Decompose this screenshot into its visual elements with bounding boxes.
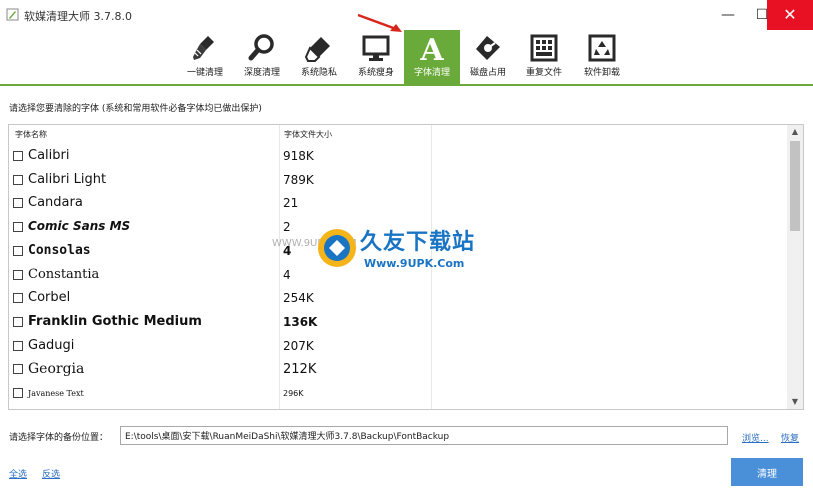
font-size: 789K (283, 173, 314, 187)
column-header-name[interactable]: 字体名称 (15, 129, 47, 140)
font-name: Calibri (28, 148, 70, 163)
column-header-size[interactable]: 字体文件大小 (284, 129, 332, 140)
font-name: Comic Sans MS (28, 219, 131, 233)
tool-label: 重复文件 (525, 68, 562, 78)
tool-label: 一键清理 (186, 68, 223, 78)
recycle-icon (588, 34, 616, 62)
font-name: Constantia (28, 267, 100, 282)
checkbox[interactable] (13, 222, 23, 232)
checkbox[interactable] (13, 246, 23, 256)
checkbox[interactable] (13, 341, 23, 351)
scroll-thumb[interactable] (790, 141, 800, 231)
tool-label: 字体清理 (413, 68, 450, 78)
watermark-url: Www.9UPK.Com (364, 257, 465, 270)
tool-deep-clean[interactable]: 深度清理 (235, 30, 289, 84)
font-name: Georgia (28, 361, 85, 377)
list-item[interactable]: Franklin Gothic Medium 136K (9, 312, 789, 334)
broom-icon (193, 36, 214, 60)
app-icon (6, 8, 19, 21)
checkbox[interactable] (13, 151, 23, 161)
backup-path-input[interactable] (120, 426, 728, 445)
tool-label: 系统瘦身 (357, 68, 394, 78)
tool-one-click-clean[interactable]: 一键清理 (178, 30, 232, 84)
clean-button[interactable]: 清理 (731, 458, 803, 486)
font-size: 21 (283, 196, 299, 210)
grid-file-icon (530, 34, 558, 62)
tool-label: 软件卸载 (583, 68, 620, 78)
list-item[interactable]: Calibri Light 789K (9, 170, 789, 192)
list-item[interactable]: Gadugi 207K (9, 336, 789, 358)
title-bar: 软媒清理大师 3.7.8.0 — ☐ ✕ (0, 0, 813, 30)
font-name: Franklin Gothic Medium (28, 314, 202, 329)
tool-uninstall[interactable]: 软件卸载 (575, 30, 629, 84)
font-name: Candara (28, 195, 83, 210)
font-name: Calibri Light (28, 172, 107, 187)
list-item[interactable]: Corbel 254K (9, 288, 789, 310)
list-item[interactable]: Georgia 212K (9, 359, 789, 381)
tool-duplicate-files[interactable]: 重复文件 (517, 30, 571, 84)
restore-link[interactable]: 恢复 (781, 431, 799, 444)
font-name: Consolas (28, 243, 91, 258)
svg-text:A: A (419, 33, 444, 63)
checkbox[interactable] (13, 175, 23, 185)
checkbox[interactable] (13, 270, 23, 280)
window-title: 软媒清理大师 3.7.8.0 (24, 10, 132, 23)
browse-link[interactable]: 浏览... (742, 431, 769, 444)
font-size: 296K (283, 389, 304, 398)
close-button[interactable]: ✕ (767, 0, 813, 30)
watermark-title: 久友下载站 (360, 230, 476, 255)
instruction-text: 请选择您要清除的字体 (系统和常用软件必备字体均已做出保护) (9, 104, 262, 114)
minimize-button[interactable]: — (711, 0, 745, 30)
list-item[interactable]: Calibri 918K (9, 146, 789, 168)
watermark-logo-icon (318, 229, 356, 267)
invert-selection-link[interactable]: 反选 (42, 467, 60, 480)
eraser-icon (304, 37, 330, 62)
tool-font-clean[interactable]: A 字体清理 (404, 30, 460, 84)
checkbox[interactable] (13, 388, 23, 398)
magnifier-icon (248, 34, 274, 61)
font-size: 136K (283, 315, 318, 329)
scroll-down-icon[interactable]: ▼ (787, 395, 803, 409)
tool-system-slim[interactable]: 系统瘦身 (349, 30, 403, 84)
tool-disk-usage[interactable]: 磁盘占用 (461, 30, 515, 84)
tool-label: 系统隐私 (300, 68, 337, 78)
list-item[interactable]: Javanese Text 296K (9, 383, 789, 405)
list-item[interactable]: Candara 21 (9, 193, 789, 215)
checkbox[interactable] (13, 293, 23, 303)
font-name: Gadugi (28, 338, 75, 353)
scroll-up-icon[interactable]: ▲ (787, 125, 803, 139)
backup-location-label: 请选择字体的备份位置： (9, 433, 109, 443)
main-toolbar: 一键清理 深度清理 系统隐私 系统瘦身 A 字体清理 磁盘占用 重复文件 软件卸… (0, 30, 813, 86)
pie-disk-icon (476, 36, 500, 60)
font-size: 254K (283, 291, 314, 305)
font-size: 918K (283, 149, 314, 163)
vertical-scrollbar[interactable]: ▲ ▼ (787, 125, 803, 409)
checkbox[interactable] (13, 198, 23, 208)
font-letter-icon: A (419, 33, 444, 63)
select-all-link[interactable]: 全选 (9, 467, 27, 480)
tool-label: 深度清理 (243, 68, 280, 78)
checkbox[interactable] (13, 317, 23, 327)
tool-label: 磁盘占用 (469, 68, 506, 78)
font-name: Javanese Text (28, 389, 84, 398)
checkbox[interactable] (13, 364, 23, 374)
monitor-icon (362, 35, 390, 61)
font-name: Corbel (28, 290, 71, 305)
red-arrow-icon (357, 13, 402, 32)
watermark: WWW.9UPK.COM 久友下载站 Www.9UPK.Com (272, 222, 502, 278)
font-size: 207K (283, 339, 314, 353)
font-size: 212K (283, 362, 317, 377)
tool-system-privacy[interactable]: 系统隐私 (292, 30, 346, 84)
